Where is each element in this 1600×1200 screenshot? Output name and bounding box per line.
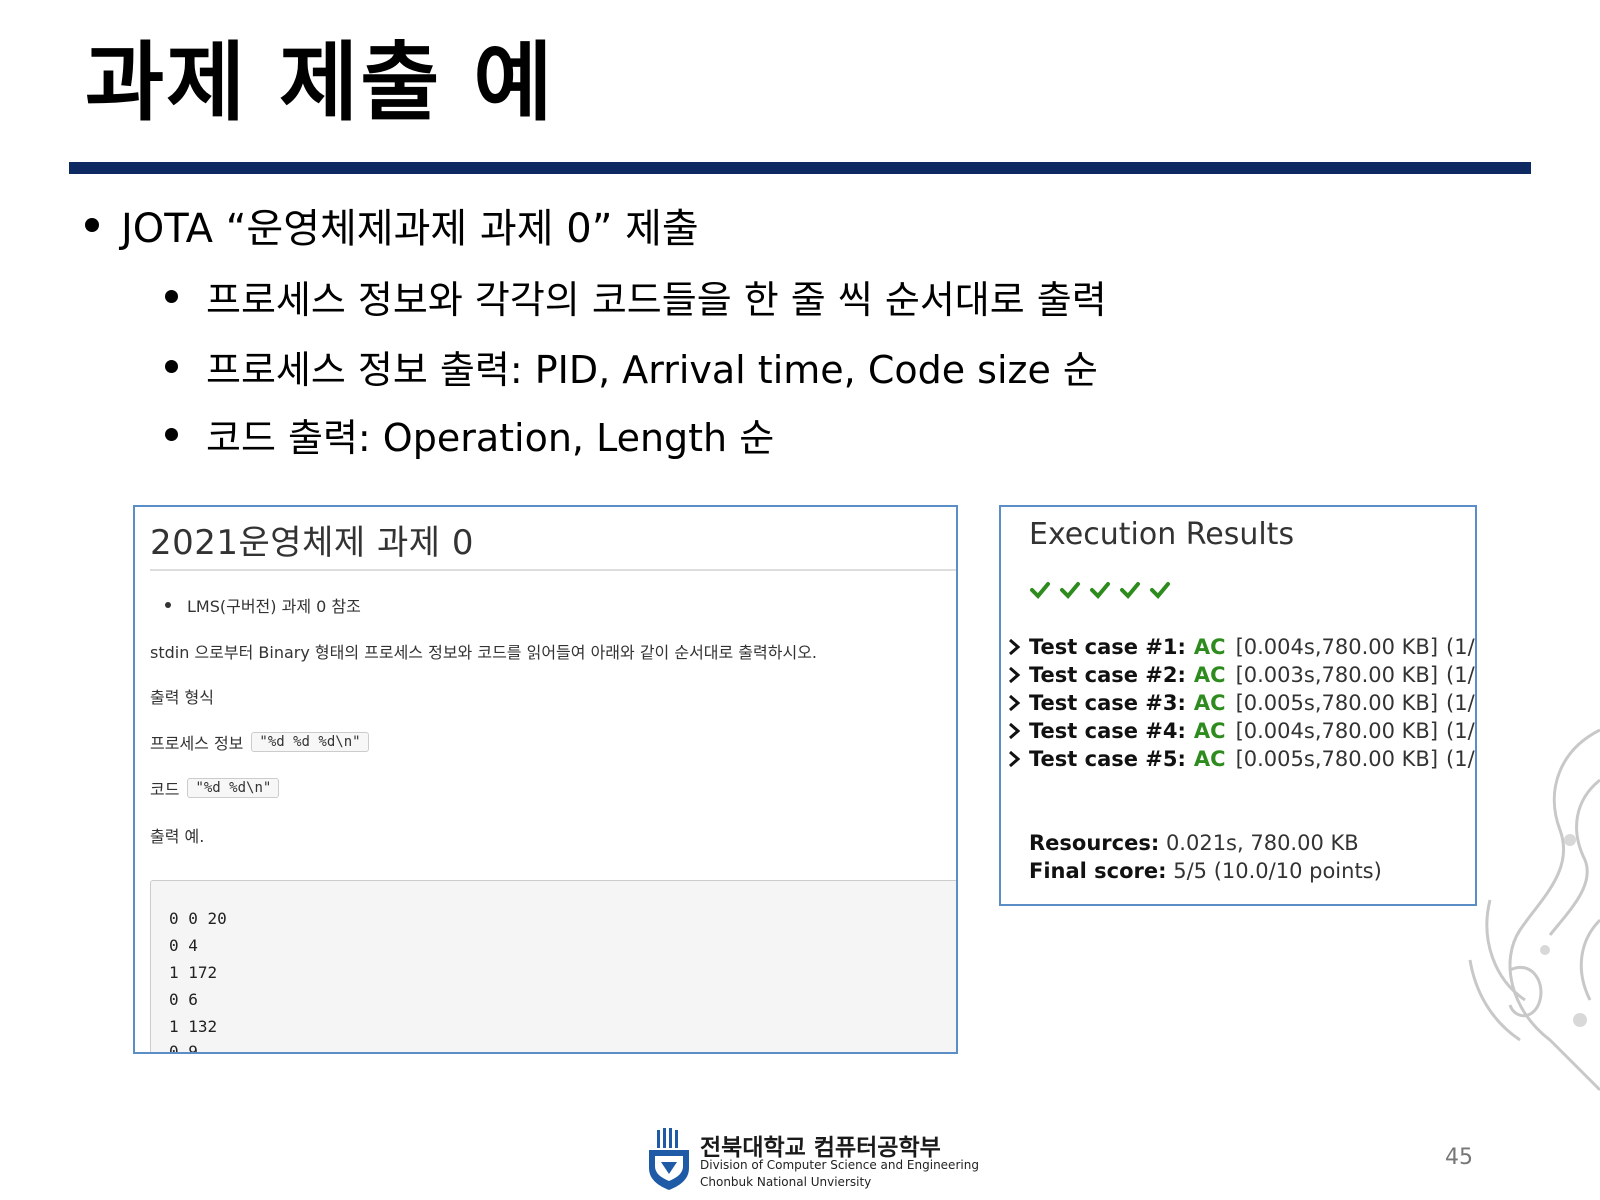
test-case-detail: [0.004s,780.00 KB] (1235, 719, 1439, 743)
example-line: 0 6 (169, 990, 198, 1009)
process-info-label: 프로세스 정보 (150, 734, 244, 753)
test-case-label: Test case #4: (1029, 719, 1186, 743)
code-label: 코드 (150, 780, 180, 799)
sub-bullet-text: 프로세스 정보와 각각의 코드들을 한 줄 씩 순서대로 출력 (206, 277, 1107, 322)
check-icons (1029, 579, 1171, 601)
footer-division: Division of Computer Science and Enginee… (700, 1158, 979, 1172)
example-line: 0 9 (169, 1042, 198, 1054)
test-case-row[interactable]: Test case #3: AC [0.005s,780.00 KB] (1/1… (1007, 691, 1475, 715)
process-info-line: 프로세스 정보 "%d %d %d\n" (150, 730, 369, 754)
final-score-value: 5/5 (10.0/10 points) (1173, 859, 1382, 883)
example-output-block: 0 0 20 0 4 1 172 0 6 1 132 0 9 (150, 880, 956, 1054)
sub-bullet-text: 프로세스 정보 출력: PID, Arrival time, Code size… (206, 347, 1098, 392)
test-case-detail: [0.004s,780.00 KB] (1235, 635, 1439, 659)
page-number: 45 (1445, 1145, 1473, 1170)
bullet-dot-icon (165, 427, 178, 441)
example-line: 0 4 (169, 936, 198, 955)
sub-bullet: 코드 출력: Operation, Length 순 (165, 406, 774, 462)
emblem-watermark-icon (1468, 728, 1600, 1092)
problem-description: stdin 으로부터 Binary 형태의 프로세스 정보와 코드를 읽어들여 … (150, 643, 817, 662)
chevron-right-icon (1009, 722, 1021, 740)
example-label: 출력 예. (150, 827, 205, 846)
example-line: 0 0 20 (169, 909, 227, 928)
test-case-score: (1/1) (1446, 635, 1475, 659)
title-divider (69, 162, 1531, 174)
test-case-status: AC (1193, 719, 1226, 743)
test-case-label: Test case #3: (1029, 691, 1186, 715)
process-info-format: "%d %d %d\n" (251, 732, 369, 752)
test-case-status: AC (1193, 691, 1226, 715)
problem-bullet: LMS(구버전) 과제 0 참조 (165, 593, 361, 617)
problem-bullet-text: LMS(구버전) 과제 0 참조 (187, 597, 361, 616)
test-case-row[interactable]: Test case #4: AC [0.004s,780.00 KB] (1/1… (1007, 719, 1475, 743)
test-case-row[interactable]: Test case #2: AC [0.003s,780.00 KB] (1/1… (1007, 663, 1475, 687)
main-bullet: JOTA “운영체제과제 과제 0” 제출 (85, 195, 699, 255)
check-icon (1150, 582, 1170, 599)
test-case-detail: [0.003s,780.00 KB] (1235, 663, 1439, 687)
bullet-dot-icon (165, 359, 178, 373)
problem-title: 2021운영체제 과제 0 (150, 523, 474, 563)
results-panel: Execution Results Test case #1: AC [0.00… (999, 505, 1477, 906)
test-case-detail: [0.005s,780.00 KB] (1235, 691, 1439, 715)
footer-org-name: 전북대학교 컴퓨터공학부 (700, 1135, 941, 1161)
test-case-status: AC (1193, 747, 1226, 771)
sub-bullet-text: 코드 출력: Operation, Length 순 (206, 415, 775, 460)
main-bullet-text: JOTA “운영체제과제 과제 0” 제출 (121, 206, 699, 252)
sub-bullet: 프로세스 정보 출력: PID, Arrival time, Code size… (165, 338, 1098, 394)
chevron-right-icon (1009, 638, 1021, 656)
final-score-label: Final score: (1029, 859, 1167, 883)
results-title: Execution Results (1029, 517, 1295, 552)
slide-title: 과제 제출 예 (85, 33, 555, 133)
chevron-right-icon (1009, 750, 1021, 768)
bullet-dot-icon (165, 289, 178, 303)
check-icon (1060, 582, 1080, 599)
final-score-line: Final score: 5/5 (10.0/10 points) (1029, 859, 1382, 883)
check-icon (1030, 582, 1050, 599)
check-icon (1120, 582, 1140, 599)
check-icon (1090, 582, 1110, 599)
resources-value: 0.021s, 780.00 KB (1165, 831, 1359, 855)
example-line: 1 172 (169, 963, 218, 982)
bullet-dot-icon (85, 218, 99, 232)
sub-bullet: 프로세스 정보와 각각의 코드들을 한 줄 씩 순서대로 출력 (165, 268, 1107, 324)
test-case-row[interactable]: Test case #1: AC [0.004s,780.00 KB] (1/1… (1007, 635, 1475, 659)
test-case-score: (1/1) (1446, 691, 1475, 715)
test-case-status: AC (1193, 663, 1226, 687)
chevron-right-icon (1009, 666, 1021, 684)
university-logo-icon (649, 1128, 689, 1190)
test-case-label: Test case #1: (1029, 635, 1186, 659)
problem-divider (150, 569, 956, 571)
test-case-label: Test case #2: (1029, 663, 1186, 687)
test-case-detail: [0.005s,780.00 KB] (1235, 747, 1439, 771)
test-case-score: (1/1) (1446, 663, 1475, 687)
test-case-status: AC (1193, 635, 1226, 659)
test-case-row[interactable]: Test case #5: AC [0.005s,780.00 KB] (1/1… (1007, 747, 1475, 771)
code-line-format: 코드 "%d %d\n" (150, 776, 280, 800)
resources-label: Resources: (1029, 831, 1160, 855)
chevron-right-icon (1009, 694, 1021, 712)
output-format-label: 출력 형식 (150, 688, 214, 707)
resources-line: Resources: 0.021s, 780.00 KB (1029, 831, 1359, 855)
bullet-dot-icon (165, 602, 171, 608)
test-case-label: Test case #5: (1029, 747, 1186, 771)
example-line: 1 132 (169, 1017, 218, 1036)
footer-university: Chonbuk National Unviersity (700, 1175, 872, 1189)
problem-panel: 2021운영체제 과제 0 LMS(구버전) 과제 0 참조 stdin 으로부… (133, 505, 958, 1054)
code-format: "%d %d\n" (187, 778, 280, 798)
